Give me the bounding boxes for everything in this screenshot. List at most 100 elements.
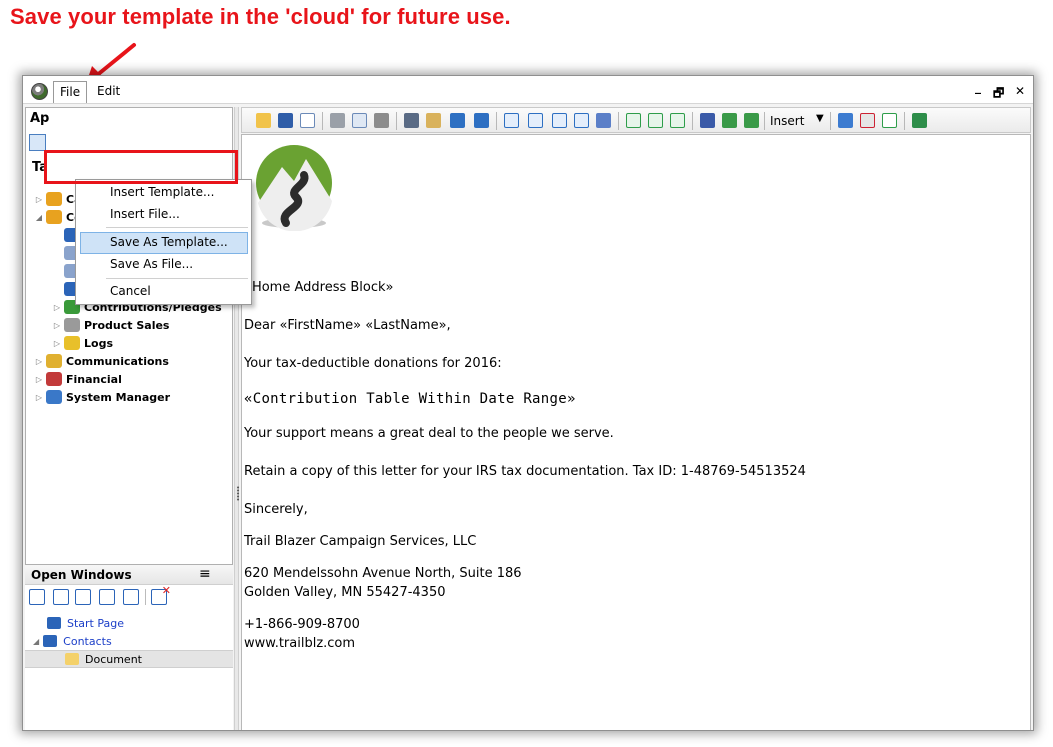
- open-window-start-page[interactable]: Start Page: [33, 614, 124, 632]
- open-window-document[interactable]: Document: [25, 650, 233, 668]
- stack-icon[interactable]: [75, 589, 91, 605]
- menu-item-save-as-file[interactable]: Save As File...: [110, 257, 193, 271]
- open-windows-panel: Open Windows ≡ ✕ Start Page ◢ Contacts Docu…: [25, 564, 233, 730]
- menu-item-save-as-template[interactable]: Save As Template...: [110, 235, 228, 249]
- cut-icon[interactable]: [404, 113, 419, 128]
- tag-icon: [64, 336, 80, 350]
- document-line: +1-866-909-8700: [244, 617, 360, 632]
- menu-separator: [106, 227, 248, 228]
- spell-check-icon[interactable]: [882, 113, 897, 128]
- outdent-icon[interactable]: [744, 113, 759, 128]
- indent-icon[interactable]: [722, 113, 737, 128]
- menu-item-cancel[interactable]: Cancel: [110, 284, 151, 298]
- new-document-icon[interactable]: [300, 113, 315, 128]
- window-arrange-toolbar: ✕: [29, 584, 229, 607]
- tile-vertical-icon[interactable]: [99, 589, 115, 605]
- expand-arrow-icon[interactable]: ▷: [52, 339, 62, 348]
- open-windows-title: Open Windows: [31, 568, 132, 582]
- menu-item-insert-template[interactable]: Insert Template...: [110, 185, 214, 199]
- cart-icon: [64, 318, 80, 332]
- tree-item-financial[interactable]: ▷ Financial: [34, 370, 122, 388]
- undo-icon[interactable]: [450, 113, 465, 128]
- open-window-contacts[interactable]: ◢ Contacts: [33, 632, 112, 650]
- expand-arrow-icon[interactable]: ▷: [34, 195, 44, 204]
- page-setup-icon[interactable]: [374, 113, 389, 128]
- insert-date-icon[interactable]: [860, 113, 875, 128]
- open-icon[interactable]: [256, 113, 271, 128]
- print-icon[interactable]: [330, 113, 345, 128]
- panel-header: Ap: [30, 111, 50, 126]
- underline-icon[interactable]: [574, 113, 589, 128]
- envelope-icon: [46, 354, 62, 368]
- align-right-icon[interactable]: [670, 113, 685, 128]
- collapse-arrow-icon[interactable]: ◢: [33, 637, 39, 646]
- people-icon: [46, 210, 62, 224]
- menu-separator: [106, 278, 248, 279]
- panel-menu-icon[interactable]: ≡: [199, 566, 211, 582]
- tree-item-label: Logs: [84, 336, 113, 350]
- file-menu-dropdown: Insert Template... Insert File... Save As …: [75, 179, 252, 305]
- single-window-icon[interactable]: [29, 589, 45, 605]
- tree-item-product-sales[interactable]: ▷ Product Sales: [52, 316, 169, 334]
- list-view-icon[interactable]: [29, 134, 46, 151]
- open-window-label: Start Page: [67, 616, 124, 630]
- paste-icon[interactable]: [426, 113, 441, 128]
- document-line: Trail Blazer Campaign Services, LLC: [244, 534, 477, 549]
- open-window-label: Document: [85, 652, 142, 666]
- document-line: Sincerely,: [244, 502, 308, 517]
- document-line: Your support means a great deal to the p…: [244, 426, 614, 441]
- close-window-icon[interactable]: ✕: [151, 584, 171, 605]
- splitter-grip: • • • • •: [236, 484, 241, 504]
- menu-edit[interactable]: Edit: [91, 81, 126, 103]
- expand-arrow-icon[interactable]: ▷: [52, 303, 62, 312]
- redo-icon[interactable]: [474, 113, 489, 128]
- document-line: 620 Mendelssohn Avenue North, Suite 186: [244, 566, 522, 581]
- restore-button[interactable]: 🗗: [993, 84, 1004, 105]
- document-line: Dear «FirstName» «LastName»,: [244, 318, 451, 333]
- save-icon[interactable]: [278, 113, 293, 128]
- export-icon[interactable]: [912, 113, 927, 128]
- tree-item-label: Communications: [66, 354, 169, 368]
- document-line: «Home Address Block»: [244, 280, 394, 295]
- document-line: «Contribution Table Within Date Range»: [244, 391, 576, 407]
- open-window-label: Contacts: [63, 634, 112, 648]
- expand-arrow-icon[interactable]: ▷: [52, 321, 62, 330]
- document-line: Your tax-deductible donations for 2016:: [244, 356, 502, 371]
- trail-blazer-logo-icon: [256, 145, 332, 231]
- document-editor[interactable]: «Home Address Block» Dear «FirstName» «La…: [241, 134, 1031, 730]
- tree-item-logs[interactable]: ▷ Logs: [52, 334, 113, 352]
- editor-toolbar: Insert ▼: [241, 107, 1031, 133]
- font-icon[interactable]: [504, 113, 519, 128]
- highlight-icon[interactable]: [596, 113, 611, 128]
- italic-icon[interactable]: [552, 113, 567, 128]
- tree-item-system-manager[interactable]: ▷ System Manager: [34, 388, 170, 406]
- cascade-icon[interactable]: [53, 589, 69, 605]
- tree-item-communications[interactable]: ▷ Communications: [34, 352, 169, 370]
- bullet-list-icon[interactable]: [700, 113, 715, 128]
- tile-horizontal-icon[interactable]: [123, 589, 139, 605]
- minimize-button[interactable]: _: [975, 80, 981, 94]
- bold-icon[interactable]: [528, 113, 543, 128]
- expand-arrow-icon[interactable]: ▷: [34, 393, 44, 402]
- collapse-arrow-icon[interactable]: ◢: [34, 213, 44, 222]
- tree-item-label: Product Sales: [84, 318, 170, 332]
- app-logo-icon[interactable]: [31, 83, 48, 100]
- close-button[interactable]: ✕: [1015, 84, 1025, 98]
- insert-dropdown[interactable]: Insert: [770, 114, 804, 128]
- align-center-icon[interactable]: [648, 113, 663, 128]
- expand-arrow-icon[interactable]: ▷: [34, 357, 44, 366]
- menu-file[interactable]: File: [53, 81, 88, 103]
- contact-card-icon: [43, 635, 58, 647]
- expand-arrow-icon[interactable]: ▷: [34, 375, 44, 384]
- insert-image-icon[interactable]: [838, 113, 853, 128]
- menu-item-insert-file[interactable]: Insert File...: [110, 207, 180, 221]
- chevron-down-icon[interactable]: ▼: [816, 113, 824, 124]
- align-left-icon[interactable]: [626, 113, 641, 128]
- menu-bar: File Edit _ 🗗 ✕: [23, 76, 1033, 104]
- document-line: Golden Valley, MN 55427-4350: [244, 585, 446, 600]
- tutorial-caption: Save your template in the 'cloud' for fu…: [10, 4, 511, 29]
- print-preview-icon[interactable]: [352, 113, 367, 128]
- document-line: Retain a copy of this letter for your IR…: [244, 464, 806, 479]
- toolbar-divider: [145, 589, 146, 605]
- open-windows-header: Open Windows ≡: [25, 565, 233, 585]
